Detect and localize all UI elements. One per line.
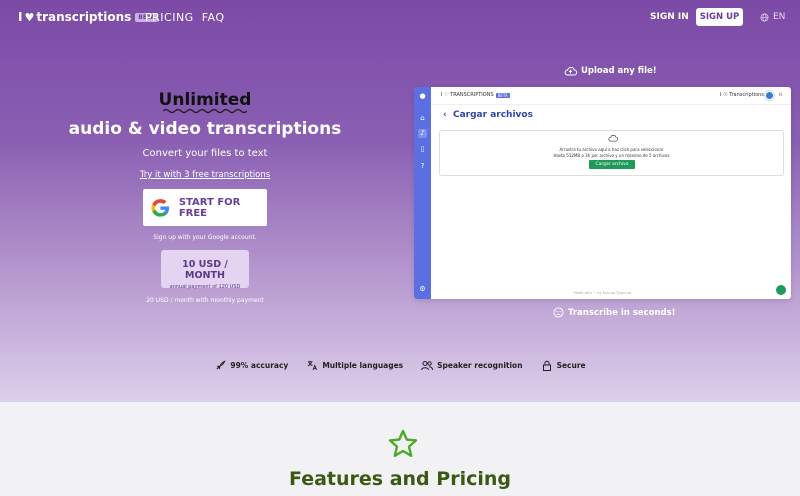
start-button-label: START FOR FREE — [178, 196, 241, 219]
flame-icon: ● — [419, 92, 426, 100]
dropzone-line-2: Hasta 512MB o 3h por archivo y un máximo… — [553, 153, 670, 158]
preview-dropzone: Arrastra tu archivo aquí o haz click par… — [439, 130, 784, 176]
google-signup-note: Sign up with your Google account. — [153, 234, 257, 241]
sign-up-button[interactable]: SIGN UP — [696, 8, 743, 26]
upload-label-text: Upload any file! — [581, 66, 657, 76]
preview-credits: I ☉ Transcriptions — [720, 92, 764, 98]
language-label: EN — [773, 12, 786, 22]
help-icon: ? — [420, 162, 425, 170]
translate-icon — [306, 359, 318, 371]
hero-unlimited: Unlimited — [158, 90, 252, 110]
transcribe-label-text: Transcribe in seconds! — [568, 307, 676, 318]
hero-subtitle: Convert your files to text — [142, 148, 268, 159]
preview-upload-button: Cargar archivo — [589, 160, 635, 169]
transcribe-label: Transcribe in seconds! — [553, 307, 676, 318]
preview-beta-badge: BETA — [495, 92, 510, 98]
mic-icon: ♪ — [418, 129, 427, 138]
features-row: 99% accuracy Multiple languages Speaker … — [0, 359, 800, 371]
dropzone-line-1: Arrastra tu archivo aquí o haz click par… — [559, 147, 664, 152]
hero-title: audio & video transcriptions — [68, 119, 342, 139]
heart-icon: ♥ — [24, 10, 35, 24]
language-selector[interactable]: EN — [760, 12, 785, 22]
feature-accuracy: 99% accuracy — [214, 359, 288, 371]
google-icon — [151, 198, 170, 217]
try-free-link[interactable]: Try it with 3 free transcriptions — [0, 170, 410, 180]
book-icon: ▯ — [420, 145, 425, 153]
preview-chat-button — [776, 285, 786, 295]
price-main: 10 USD / MONTH — [182, 259, 228, 281]
nav-pricing[interactable]: PRICING — [145, 11, 194, 24]
cloud-upload-icon — [564, 67, 577, 76]
feature-speakers: Speaker recognition — [421, 359, 523, 371]
logo[interactable]: I ♥ transcriptions BETA — [18, 10, 159, 24]
preview-avatar — [765, 91, 774, 100]
monthly-price-note: 20 USD / month with monthly payment — [146, 297, 264, 304]
price-box[interactable]: 10 USD / MONTH annual payment of 120 USD — [161, 250, 249, 290]
preview-logo: I ♡ TRANSCRIPTIONS BETA — [441, 92, 510, 98]
lock-icon — [541, 359, 553, 371]
logo-i: I — [18, 10, 23, 24]
preview-footer: Made with ♡ by Konrad Tyszcrub — [573, 291, 632, 295]
rocket-icon — [214, 359, 226, 371]
start-for-free-button[interactable]: START FOR FREE — [143, 189, 267, 226]
feature-accuracy-label: 99% accuracy — [230, 360, 289, 370]
star-icon — [388, 429, 418, 457]
price-annual: annual payment of 120 USD — [169, 284, 241, 290]
squiggle-underline — [163, 108, 247, 114]
feature-secure-label: Secure — [556, 360, 586, 370]
preview-lang: H — [779, 92, 783, 97]
nav-faq[interactable]: FAQ — [202, 11, 225, 24]
home-icon: ⌂ — [420, 114, 425, 122]
sign-in-link[interactable]: SIGN IN — [650, 12, 689, 22]
feature-languages-label: Multiple languages — [322, 360, 404, 370]
features-pricing-title: Features and Pricing — [289, 468, 511, 490]
main-nav: PRICING FAQ — [145, 11, 225, 24]
globe-icon — [760, 13, 769, 21]
feature-speakers-label: Speaker recognition — [437, 360, 523, 370]
feature-languages: Multiple languages — [306, 359, 403, 371]
preview-title-text: Cargar archivos — [452, 110, 533, 120]
preview-title: ‹ Cargar archivos — [443, 110, 533, 120]
logo-text: transcriptions — [36, 10, 132, 24]
preview-cloud-icon — [608, 134, 618, 142]
app-preview: ● ⌂ ♪ ▯ ? ⚙ I ♡ TRANSCRIPTIONS BETA I ☉ … — [414, 87, 791, 299]
people-icon — [421, 359, 434, 371]
preview-logo-text: I ♡ TRANSCRIPTIONS — [441, 92, 494, 98]
preview-divider — [431, 104, 791, 105]
feature-secure: Secure — [541, 359, 586, 371]
upload-any-file-label: Upload any file! — [564, 66, 657, 76]
smiley-icon — [553, 307, 564, 318]
